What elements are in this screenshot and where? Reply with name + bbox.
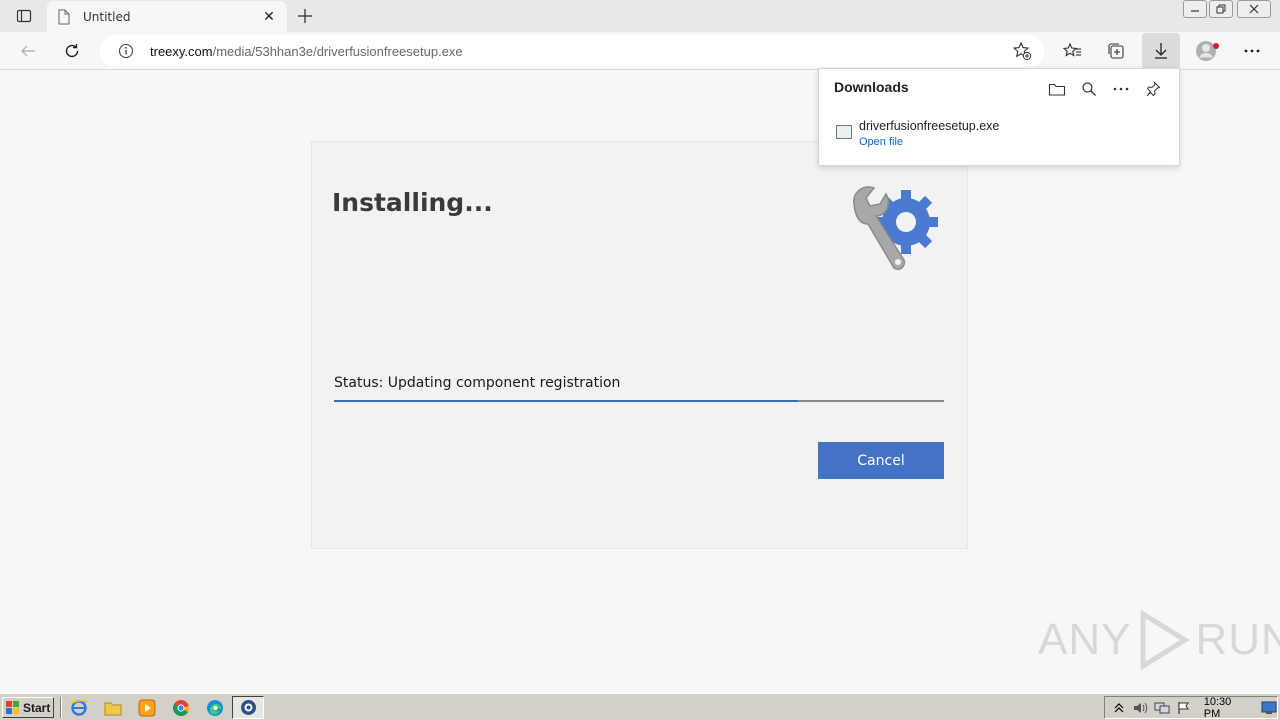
media-player-icon (138, 699, 156, 717)
chrome-icon (173, 700, 190, 716)
taskbar: Start 10:30 PM (0, 693, 1280, 720)
installer-app-icon (241, 700, 256, 715)
edge-quicklaunch[interactable] (206, 699, 224, 717)
close-window-button[interactable] (1237, 0, 1271, 18)
back-button[interactable] (14, 37, 42, 65)
anyrun-watermark: ANY RUN (1038, 610, 1280, 670)
explorer-quicklaunch[interactable] (104, 699, 122, 717)
tab-actions-icon (16, 9, 32, 23)
more-options-icon[interactable] (1109, 77, 1133, 101)
open-file-link[interactable]: Open file (859, 136, 903, 148)
ie-quicklaunch[interactable] (70, 699, 88, 717)
url-host: treexy.com (150, 43, 213, 59)
add-favorite-icon[interactable] (1012, 41, 1032, 61)
tray-expand-icon[interactable] (1111, 700, 1126, 716)
play-logo-icon (1140, 610, 1191, 670)
download-item[interactable]: driverfusionfreesetup.exe Open file (819, 115, 1179, 165)
install-progress-bar (334, 400, 944, 402)
more-icon (1244, 49, 1260, 53)
restore-icon (1216, 4, 1226, 14)
plus-icon (298, 9, 312, 23)
installer-heading: Installing... (332, 188, 493, 217)
minimize-icon (1191, 10, 1199, 12)
refresh-icon (65, 44, 79, 58)
downloads-panel: Downloads driverfusionfreesetup.exe Open… (818, 68, 1180, 166)
refresh-button[interactable] (58, 37, 86, 65)
favorites-button[interactable] (1058, 37, 1086, 65)
tab-title: Untitled (83, 9, 131, 24)
restore-button[interactable] (1209, 0, 1233, 18)
minimize-button[interactable] (1183, 0, 1207, 18)
watermark-right: RUN (1195, 615, 1280, 664)
page-icon (57, 9, 73, 25)
download-icon (1155, 43, 1167, 59)
downloads-button[interactable] (1142, 33, 1180, 69)
favorites-icon (1062, 42, 1081, 57)
settings-more-button[interactable] (1238, 37, 1266, 65)
show-desktop-icon[interactable] (1261, 700, 1277, 716)
install-progress-fill (334, 400, 798, 402)
volume-icon[interactable] (1132, 700, 1148, 716)
collections-icon (1108, 43, 1124, 59)
url-path: /media/53hhan3e/driverfusionfreesetup.ex… (212, 43, 463, 59)
taskbar-separator (60, 697, 62, 718)
wrench-gear-icon (853, 186, 938, 271)
network-icon[interactable] (1154, 700, 1170, 716)
pin-icon[interactable] (1141, 77, 1165, 101)
new-tab-button[interactable] (294, 5, 316, 27)
system-tray: 10:30 PM (1104, 695, 1278, 720)
tab-strip: Untitled ✕ (0, 0, 1280, 32)
action-center-flag-icon[interactable] (1176, 700, 1191, 716)
edge-icon (207, 700, 223, 716)
installer-status: Status: Updating component registration (334, 375, 621, 391)
media-player-quicklaunch[interactable] (138, 699, 156, 717)
search-icon[interactable] (1077, 77, 1101, 101)
chrome-quicklaunch[interactable] (172, 699, 190, 717)
tab-close-icon[interactable]: ✕ (261, 9, 277, 25)
address-bar[interactable]: treexy.com/media/53hhan3e/driverfusionfr… (100, 35, 1044, 67)
downloads-title: Downloads (834, 79, 909, 95)
start-button[interactable]: Start (2, 697, 54, 718)
taskbar-clock: 10:30 PM (1203, 695, 1232, 720)
tab-actions-button[interactable] (10, 6, 38, 26)
cancel-button[interactable]: Cancel (818, 442, 944, 479)
exe-file-icon (836, 125, 852, 139)
internet-explorer-icon (70, 700, 88, 716)
url-text: treexy.com/media/53hhan3e/driverfusionfr… (150, 44, 463, 59)
windows-flag-icon (6, 700, 19, 714)
back-arrow-icon (21, 45, 35, 57)
browser-tab[interactable]: Untitled ✕ (47, 1, 287, 32)
site-info-icon[interactable] (117, 42, 135, 60)
taskbar-active-window[interactable] (232, 696, 264, 719)
close-icon (1249, 4, 1259, 14)
download-filename: driverfusionfreesetup.exe (859, 119, 1000, 133)
profile-button[interactable] (1192, 37, 1224, 65)
start-label: Start (23, 700, 51, 715)
open-folder-icon[interactable] (1045, 77, 1069, 101)
collections-button[interactable] (1102, 37, 1130, 65)
folder-icon (104, 702, 122, 716)
avatar-icon (1196, 41, 1219, 61)
watermark-left: ANY (1038, 615, 1132, 664)
browser-toolbar: treexy.com/media/53hhan3e/driverfusionfr… (0, 32, 1280, 70)
installer-dialog: Installing... Status: Updating component… (311, 141, 968, 549)
